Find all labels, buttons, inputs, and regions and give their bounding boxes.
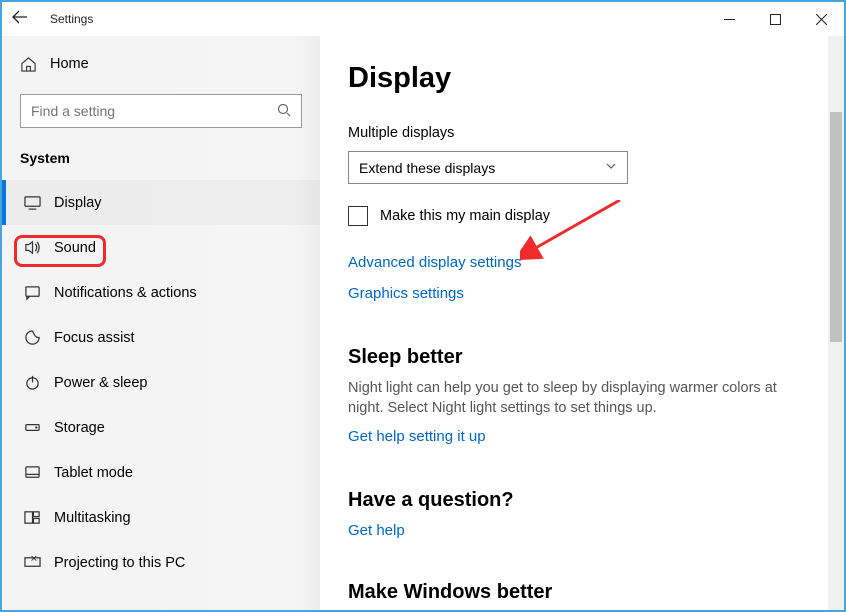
power-icon (24, 374, 54, 391)
get-help-link[interactable]: Get help (348, 522, 405, 539)
sleep-better-title: Sleep better (348, 346, 822, 369)
sleep-help-link[interactable]: Get help setting it up (348, 428, 486, 445)
sidebar-item-label: Notifications & actions (54, 285, 197, 301)
sidebar-item-projecting[interactable]: Projecting to this PC (2, 540, 320, 585)
question-title: Have a question? (348, 489, 822, 512)
sidebar: Home System Display Sound Notifications … (2, 36, 320, 610)
projecting-icon (24, 554, 54, 571)
make-better-title: Make Windows better (348, 581, 822, 604)
minimize-button[interactable] (706, 3, 752, 35)
graphics-settings-link[interactable]: Graphics settings (348, 285, 464, 302)
search-box[interactable] (20, 94, 302, 128)
sidebar-item-multitasking[interactable]: Multitasking (2, 495, 320, 540)
sidebar-item-notifications[interactable]: Notifications & actions (2, 270, 320, 315)
focus-assist-icon (24, 329, 54, 346)
search-input[interactable] (31, 103, 277, 119)
scrollbar-thumb[interactable] (830, 112, 842, 342)
multiple-displays-label: Multiple displays (348, 125, 822, 141)
home-label: Home (50, 56, 89, 72)
close-button[interactable] (798, 3, 844, 35)
storage-icon (24, 419, 54, 436)
have-a-question-section: Have a question? Get help (348, 489, 822, 553)
sidebar-item-sound[interactable]: Sound (2, 225, 320, 270)
sidebar-item-label: Focus assist (54, 330, 135, 346)
make-windows-better-section: Make Windows better (348, 581, 822, 604)
home-link[interactable]: Home (2, 44, 320, 84)
maximize-button[interactable] (752, 3, 798, 35)
sound-icon (24, 239, 54, 256)
checkbox-label: Make this my main display (380, 208, 550, 224)
sleep-better-body: Night light can help you get to sleep by… (348, 379, 808, 418)
home-icon (20, 56, 50, 73)
sidebar-item-label: Storage (54, 420, 105, 436)
main-content: Display Multiple displays Extend these d… (320, 36, 844, 610)
sidebar-item-storage[interactable]: Storage (2, 405, 320, 450)
multitasking-icon (24, 509, 54, 526)
scrollbar[interactable] (828, 36, 844, 610)
sidebar-item-label: Multitasking (54, 510, 131, 526)
advanced-display-settings-link[interactable]: Advanced display settings (348, 254, 521, 271)
sidebar-item-label: Sound (54, 240, 96, 256)
sidebar-item-display[interactable]: Display (2, 180, 320, 225)
sidebar-item-focus-assist[interactable]: Focus assist (2, 315, 320, 360)
sleep-better-section: Sleep better Night light can help you ge… (348, 346, 822, 459)
sidebar-item-label: Display (54, 195, 102, 211)
sidebar-item-tablet-mode[interactable]: Tablet mode (2, 450, 320, 495)
tablet-icon (24, 464, 54, 481)
sidebar-item-power-sleep[interactable]: Power & sleep (2, 360, 320, 405)
sidebar-item-label: Tablet mode (54, 465, 133, 481)
back-button[interactable] (12, 9, 34, 29)
checkbox-icon[interactable] (348, 206, 368, 226)
group-header: System (2, 142, 320, 180)
multiple-displays-dropdown[interactable]: Extend these displays (348, 151, 628, 184)
dropdown-value: Extend these displays (359, 160, 495, 176)
main-display-checkbox-row[interactable]: Make this my main display (348, 206, 822, 226)
page-title: Display (348, 62, 822, 95)
display-icon (24, 194, 54, 211)
sidebar-item-label: Power & sleep (54, 375, 148, 391)
search-icon (277, 103, 291, 120)
window-title: Settings (50, 12, 93, 26)
titlebar: Settings (2, 2, 844, 36)
notifications-icon (24, 284, 54, 301)
chevron-down-icon (605, 160, 617, 175)
sidebar-item-label: Projecting to this PC (54, 555, 185, 571)
